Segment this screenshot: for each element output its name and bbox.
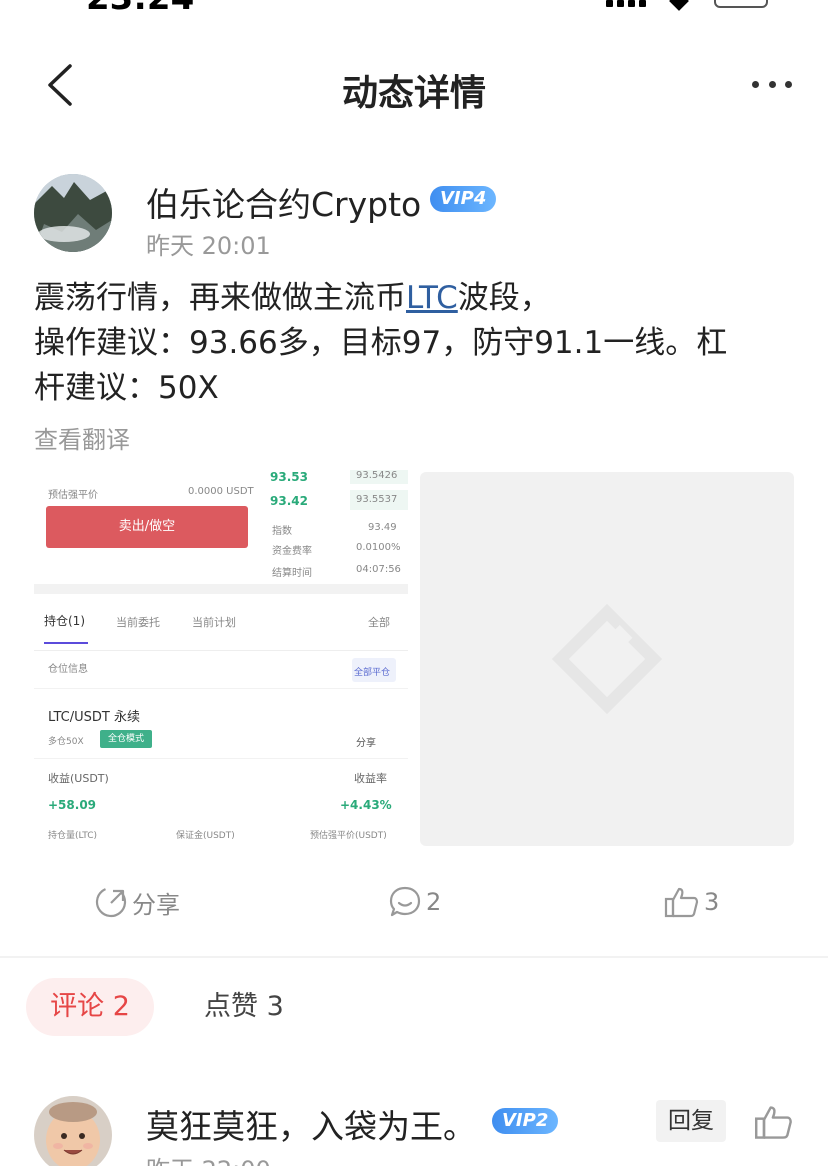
- position-side: 多仓50X: [48, 737, 84, 747]
- post-text-line: 操作建议：93.66多，目标97，防守91.1一线。杠: [34, 325, 728, 361]
- placeholder-logo-icon: [552, 604, 662, 714]
- comment-count: 2: [426, 888, 442, 916]
- thumbs-up-icon[interactable]: [754, 1102, 794, 1142]
- share-label: 分享: [132, 890, 180, 919]
- label: 资金费率: [272, 546, 312, 557]
- share-icon: [95, 886, 127, 918]
- post-image-screenshot[interactable]: 预估强平价 0.0000 USDT 卖出/做空 93.53 93.42 93.5…: [34, 470, 408, 844]
- pnl-label: 收益(USDT): [48, 772, 109, 785]
- sell-short-button: 卖出/做空: [46, 506, 248, 548]
- commenter-avatar[interactable]: [34, 1096, 112, 1166]
- navigation-bar: 动态详情: [0, 40, 828, 130]
- like-count: 3: [704, 888, 720, 916]
- tab-plans: 当前计划: [192, 616, 236, 629]
- wifi-icon: [669, 0, 689, 11]
- tab-likes[interactable]: 点赞 3: [204, 978, 284, 1036]
- margin-mode-badge: 全仓模式: [100, 730, 152, 748]
- price-green: 93.53: [270, 470, 308, 484]
- reply-button[interactable]: 回复: [656, 1100, 726, 1142]
- signal-icon: [606, 0, 646, 7]
- tab-all: 全部: [368, 616, 390, 629]
- price: 93.5426: [356, 470, 398, 481]
- close-all-button: 全部平仓: [354, 668, 391, 678]
- status-bar: 23:24: [0, 0, 828, 16]
- trading-pair: LTC/USDT 永续: [48, 710, 140, 725]
- comment-icon: [389, 886, 421, 917]
- page-title: 动态详情: [341, 73, 486, 114]
- status-time: 23:24: [86, 0, 194, 16]
- post-time: 昨天 20:01: [146, 232, 271, 260]
- author-avatar[interactable]: [34, 174, 112, 252]
- ratio-value: +4.43%: [340, 798, 392, 812]
- label: 结算时间: [272, 568, 312, 579]
- foot-label: 保证金(USDT): [176, 831, 235, 841]
- value: 0.0000 USDT: [188, 486, 254, 497]
- foot-label: 持仓量(LTC): [48, 831, 98, 841]
- label: 预估强平价: [48, 490, 98, 501]
- tab-positions: 持仓(1): [44, 614, 85, 628]
- section-label: 仓位信息: [48, 664, 88, 675]
- tab-comments[interactable]: 评论 2: [26, 978, 154, 1036]
- label: 指数: [272, 526, 292, 537]
- like-button[interactable]: 3: [664, 880, 719, 924]
- value: 93.49: [368, 522, 397, 533]
- divider: [0, 956, 828, 958]
- comment-time: 昨天 22:00: [146, 1150, 271, 1166]
- post-text-line: 震荡行情，再来做做主流币: [34, 280, 406, 316]
- commenter-name[interactable]: 莫狂莫狂，入袋为王。: [146, 1100, 476, 1148]
- pnl-value: +58.09: [48, 798, 97, 812]
- value: 04:07:56: [356, 564, 401, 575]
- thumbs-up-icon: [664, 887, 699, 918]
- battery-icon: [714, 0, 768, 8]
- post-text-line: 杆建议：50X: [34, 370, 219, 406]
- post-content: 震荡行情，再来做做主流币LTC波段， 操作建议：93.66多，目标97，防守91…: [34, 276, 804, 411]
- foot-label: 预估强平价(USDT): [310, 831, 387, 841]
- vip-badge: VIP4: [430, 186, 497, 212]
- share-button[interactable]: 分享: [94, 880, 180, 924]
- post-text-line: 波段，: [457, 280, 551, 316]
- post-image-placeholder[interactable]: [420, 472, 794, 846]
- price: 93.5537: [356, 494, 398, 505]
- ratio-label: 收益率: [354, 772, 387, 785]
- value: 0.0100%: [356, 542, 401, 553]
- tab-orders: 当前委托: [116, 616, 160, 629]
- share-label: 分享: [356, 738, 376, 749]
- author-name[interactable]: 伯乐论合约Crypto: [146, 178, 421, 226]
- ltc-tag-link[interactable]: LTC: [406, 280, 458, 316]
- translate-link[interactable]: 查看翻译: [34, 420, 130, 455]
- comment-button[interactable]: 2: [388, 880, 441, 924]
- more-icon[interactable]: [752, 74, 792, 94]
- vip-badge: VIP2: [492, 1108, 559, 1134]
- price-green: 93.42: [270, 494, 308, 508]
